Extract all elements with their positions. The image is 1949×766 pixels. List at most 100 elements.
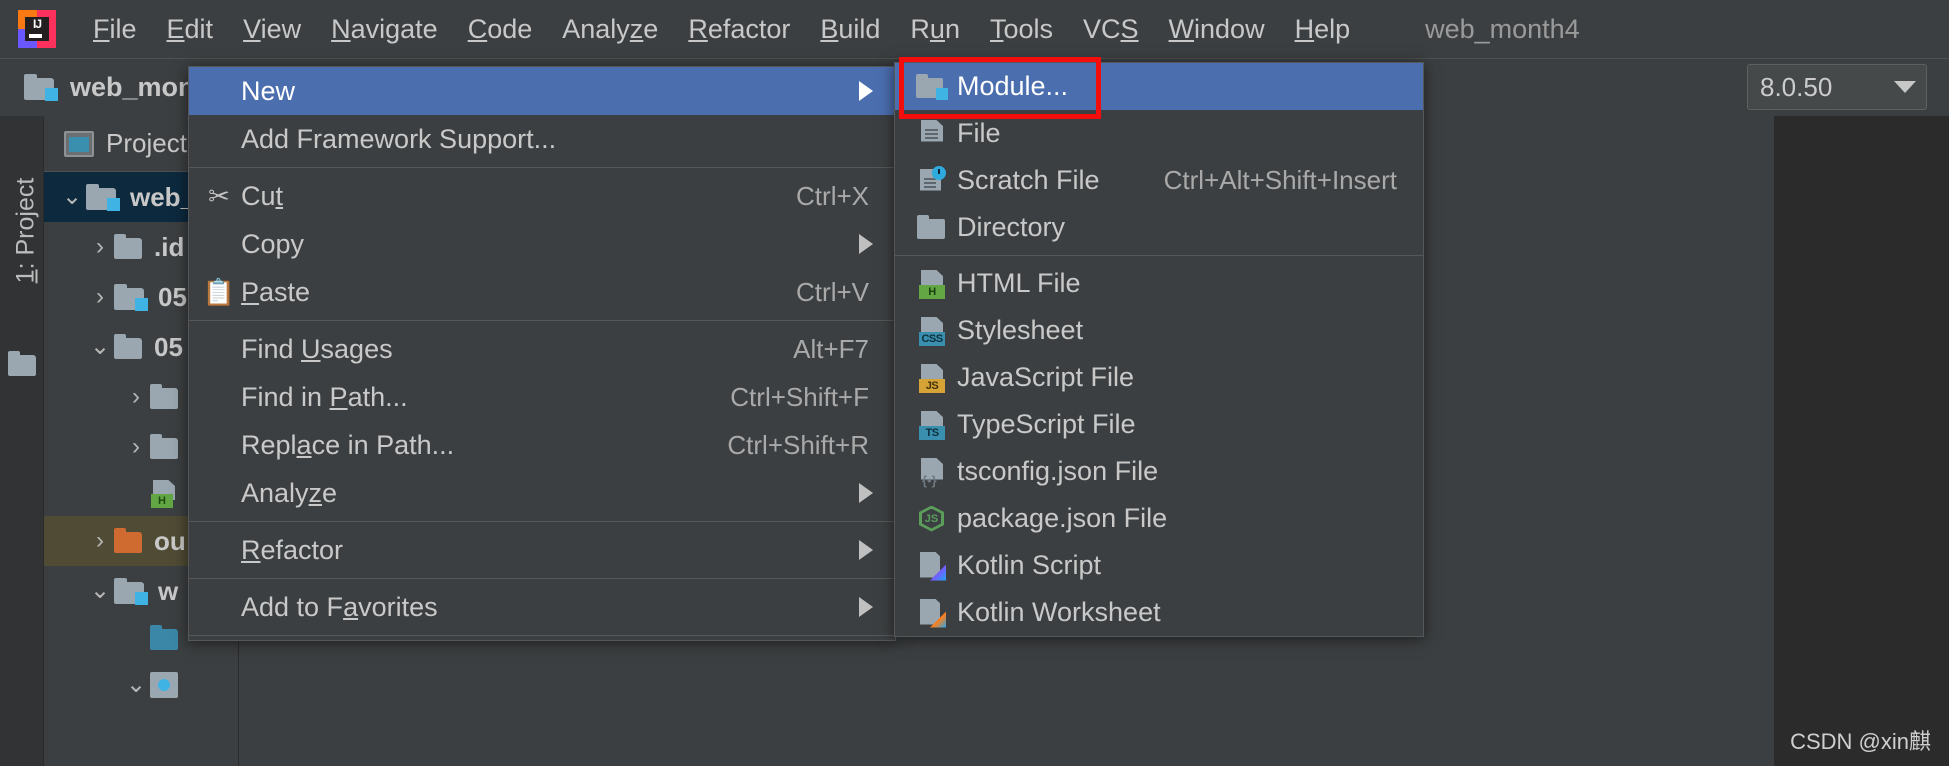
main-menu-bar: IJ File Edit View Navigate Code Analyze … xyxy=(0,0,1949,58)
context-menu[interactable]: New Add Framework Support... ✂ Cut Ctrl+… xyxy=(188,66,896,641)
context-menu-item-label: Copy xyxy=(241,228,305,259)
submenu-item-label: Directory xyxy=(957,212,1066,242)
context-menu-item-shortcut: Ctrl+X xyxy=(796,180,869,211)
context-menu-item-label: New xyxy=(241,75,296,106)
module-folder-icon xyxy=(86,183,120,211)
submenu-item-kotlin-script[interactable]: Kotlin Script xyxy=(895,542,1423,589)
jdk-selector-dropdown[interactable]: 8.0.50 xyxy=(1747,64,1927,110)
context-menu-item-find-usages[interactable]: Find Usages Alt+F7 xyxy=(189,325,895,373)
chevron-down-icon[interactable]: ⌄ xyxy=(58,185,86,209)
submenu-arrow-icon xyxy=(859,483,873,503)
new-submenu[interactable]: Module... File Scratch File Ctrl+Alt+Shi… xyxy=(894,62,1424,637)
submenu-item-label: Kotlin Worksheet xyxy=(957,597,1161,627)
menu-navigate[interactable]: Navigate xyxy=(316,12,453,47)
jdk-selector-value: 8.0.50 xyxy=(1760,71,1833,102)
folder-icon xyxy=(114,334,144,360)
menu-window[interactable]: Window xyxy=(1154,12,1280,47)
scratch-file-icon xyxy=(911,165,953,196)
menu-separator xyxy=(189,521,895,522)
menu-view[interactable]: View xyxy=(228,12,316,47)
js-file-icon: JS xyxy=(911,363,953,393)
chevron-down-icon[interactable]: ⌄ xyxy=(122,673,150,697)
context-menu-item-cut[interactable]: ✂ Cut Ctrl+X xyxy=(189,172,895,220)
menu-edit[interactable]: Edit xyxy=(152,12,229,47)
submenu-arrow-icon xyxy=(859,597,873,617)
submenu-item-typescript-file[interactable]: TS TypeScript File xyxy=(895,401,1423,448)
folder-icon[interactable] xyxy=(8,351,38,377)
context-menu-item-analyze[interactable]: Analyze xyxy=(189,469,895,517)
menu-vcs[interactable]: VCS xyxy=(1068,12,1154,47)
ts-file-icon: TS xyxy=(911,410,953,440)
menu-file[interactable]: File xyxy=(78,12,152,47)
submenu-item-directory[interactable]: Directory xyxy=(895,204,1423,251)
context-menu-item-refactor[interactable]: Refactor xyxy=(189,526,895,574)
menu-separator xyxy=(189,578,895,579)
submenu-item-scratch-file[interactable]: Scratch File Ctrl+Alt+Shift+Insert xyxy=(895,157,1423,204)
tree-item-label: ou xyxy=(154,525,186,556)
context-menu-item-shortcut: Alt+F7 xyxy=(793,333,869,364)
menu-run[interactable]: Run xyxy=(895,12,975,47)
menu-code[interactable]: Code xyxy=(453,12,548,47)
context-menu-item-find-in-path[interactable]: Find in Path... Ctrl+Shift+F xyxy=(189,373,895,421)
chevron-right-icon[interactable]: › xyxy=(122,385,150,409)
chevron-right-icon[interactable]: › xyxy=(86,529,114,553)
sidebar-item-project-tab[interactable]: 1: Project xyxy=(12,171,41,291)
submenu-item-label: File xyxy=(957,118,1001,148)
clipboard-icon: 📋 xyxy=(202,277,236,307)
submenu-item-label: tsconfig.json File xyxy=(957,456,1159,486)
folder-icon xyxy=(150,434,180,460)
submenu-item-package-json-file[interactable]: JS package.json File xyxy=(895,495,1423,542)
context-menu-item-label: Refactor xyxy=(241,534,344,565)
html-file-icon: H xyxy=(150,480,178,508)
tree-item-label: w xyxy=(158,575,179,606)
project-window-icon xyxy=(64,130,94,157)
context-menu-item-new[interactable]: New xyxy=(189,67,895,115)
context-menu-item-label: Cut xyxy=(241,180,284,211)
chevron-right-icon[interactable]: › xyxy=(86,235,114,259)
context-menu-item-replace-in-path[interactable]: Replace in Path... Ctrl+Shift+R xyxy=(189,421,895,469)
tree-item-label: .id xyxy=(154,231,185,262)
intellij-logo-icon: IJ xyxy=(18,10,56,48)
tree-row[interactable]: ⌄ xyxy=(44,660,238,710)
context-menu-item-label: Paste xyxy=(241,276,311,307)
chevron-right-icon[interactable]: › xyxy=(86,285,114,309)
submenu-item-html-file[interactable]: H HTML File xyxy=(895,260,1423,307)
context-menu-item-label: Find Usages xyxy=(241,333,393,364)
menu-separator xyxy=(189,320,895,321)
module-folder-icon xyxy=(114,283,148,311)
menu-tools[interactable]: Tools xyxy=(975,12,1068,47)
context-menu-item-label: Replace in Path... xyxy=(241,429,455,460)
chevron-down-icon[interactable]: ⌄ xyxy=(86,579,114,603)
submenu-item-stylesheet[interactable]: CSS Stylesheet xyxy=(895,307,1423,354)
context-menu-item-add-framework-support[interactable]: Add Framework Support... xyxy=(189,115,895,163)
submenu-item-file[interactable]: File xyxy=(895,110,1423,157)
submenu-item-tsconfig-json-file[interactable]: {•} tsconfig.json File xyxy=(895,448,1423,495)
context-menu-item-label: Add to Favorites xyxy=(241,591,438,622)
submenu-item-javascript-file[interactable]: JS JavaScript File xyxy=(895,354,1423,401)
window-project-title: web_month4 xyxy=(1425,13,1580,44)
chevron-down-icon[interactable]: ⌄ xyxy=(86,335,114,359)
directory-icon xyxy=(911,214,953,241)
tree-item-label: web_ xyxy=(130,181,196,212)
left-tool-window-bar: 1: Project xyxy=(0,116,44,766)
project-panel-title: Project xyxy=(106,128,187,158)
menu-analyze[interactable]: Analyze xyxy=(547,12,673,47)
output-folder-icon xyxy=(114,528,144,554)
context-menu-item-label: Add Framework Support... xyxy=(241,123,557,154)
menu-build[interactable]: Build xyxy=(805,12,895,47)
editor-right-gutter xyxy=(1774,116,1949,766)
folder-icon xyxy=(150,384,180,410)
submenu-item-label: Stylesheet xyxy=(957,315,1084,345)
menu-help[interactable]: Help xyxy=(1280,12,1366,47)
chevron-right-icon[interactable]: › xyxy=(122,435,150,459)
breadcrumb[interactable]: web_mont xyxy=(24,72,204,103)
context-menu-item-copy[interactable]: Copy xyxy=(189,220,895,268)
breadcrumb-label: web_mont xyxy=(70,72,204,102)
context-menu-item-add-to-favorites[interactable]: Add to Favorites xyxy=(189,583,895,631)
submenu-item-module[interactable]: Module... xyxy=(895,63,1423,110)
submenu-arrow-icon xyxy=(859,540,873,560)
context-menu-item-paste[interactable]: 📋 Paste Ctrl+V xyxy=(189,268,895,316)
file-icon xyxy=(911,119,953,149)
submenu-item-kotlin-worksheet[interactable]: Kotlin Worksheet xyxy=(895,589,1423,636)
menu-refactor[interactable]: Refactor xyxy=(673,12,805,47)
